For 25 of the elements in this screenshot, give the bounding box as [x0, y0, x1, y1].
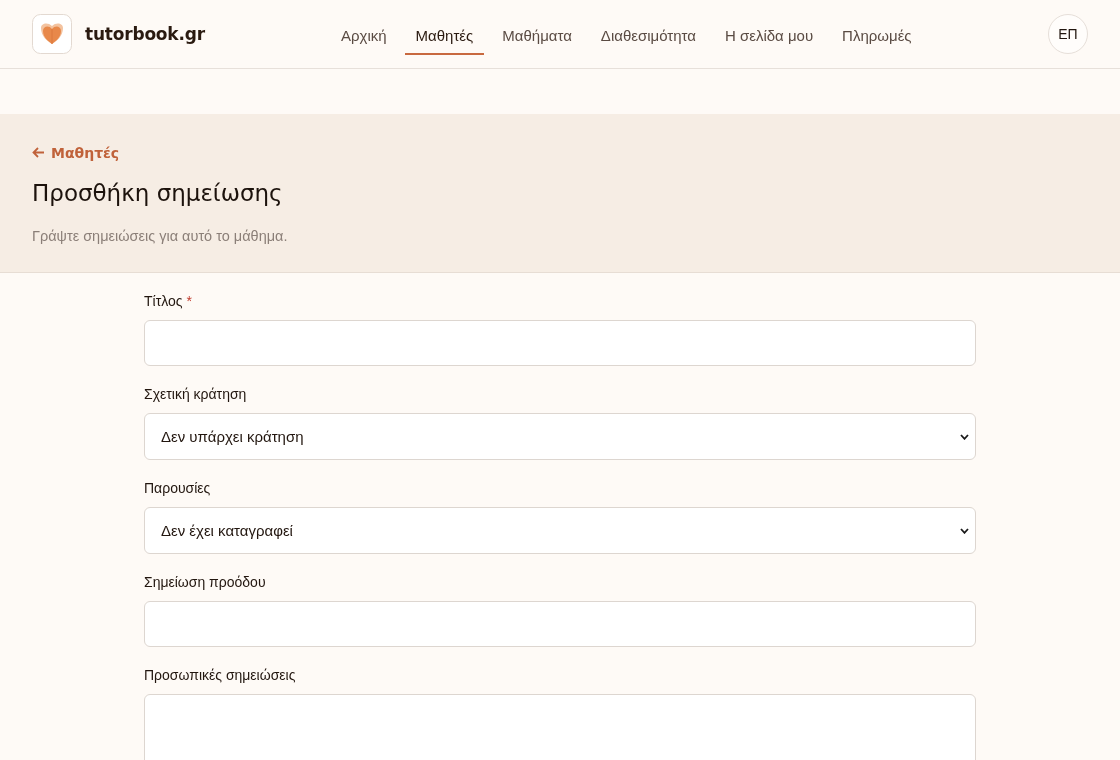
page-subtitle: Γράψτε σημειώσεις για αυτό το μάθημα.	[32, 228, 289, 244]
field-label: Παρουσίες	[144, 480, 211, 496]
text-input[interactable]	[144, 601, 976, 647]
field-label: Σχετική κράτηση	[144, 386, 247, 402]
text-input[interactable]	[144, 320, 976, 366]
chevron-down-icon	[960, 527, 969, 534]
nav-tab[interactable]: Διαθεσιμότητα	[589, 17, 707, 55]
chevron-down-icon	[960, 433, 969, 440]
nav-tab[interactable]: Μαθήματα	[491, 17, 583, 55]
user-avatar[interactable]: ΕΠ	[1048, 14, 1088, 54]
required-mark: *	[186, 293, 192, 309]
nav-tab[interactable]: Η σελίδα μου	[713, 17, 825, 55]
nav-tab[interactable]: Αρχική	[330, 17, 398, 55]
field-label: Προσωπικές σημειώσεις	[144, 667, 296, 683]
nav-tab[interactable]: Μαθητές	[404, 17, 485, 55]
brand-name: tutorbook.gr	[85, 24, 205, 44]
select-field[interactable]: Δεν υπάρχει κράτηση	[144, 413, 976, 460]
select-field[interactable]: Δεν έχει καταγραφεί	[144, 507, 976, 554]
page-title: Προσθήκη σημείωσης	[32, 180, 284, 206]
field-label: Τίτλος	[144, 293, 183, 309]
nav-tab[interactable]: Πληρωμές	[831, 17, 923, 55]
logo-icon	[32, 14, 72, 54]
field-label: Σημείωση προόδου	[144, 574, 266, 590]
arrow-left-icon	[32, 147, 45, 158]
back-link[interactable]: Μαθητές	[32, 144, 120, 161]
